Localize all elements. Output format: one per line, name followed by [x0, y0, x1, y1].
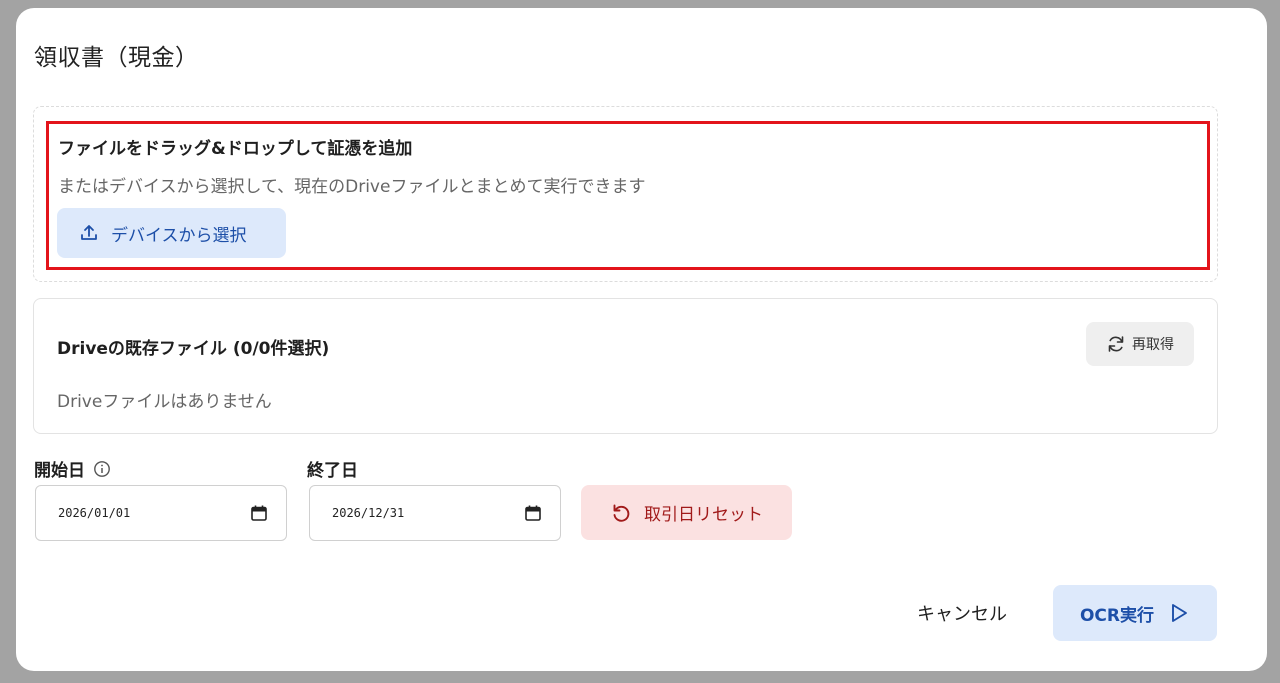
end-date-value: 2026/12/31 — [332, 506, 405, 520]
drop-zone-subtext: またはデバイスから選択して、現在のDriveファイルとまとめて実行できます — [58, 177, 646, 197]
run-ocr-label: OCR実行 — [1079, 605, 1155, 626]
select-from-device-label: デバイスから選択 — [111, 225, 247, 246]
reset-transaction-date-label: 取引日リセット — [644, 505, 763, 525]
select-from-device-button[interactable]: デバイスから選択 — [57, 208, 286, 258]
refresh-button[interactable]: 再取得 — [1086, 322, 1194, 366]
info-icon[interactable] — [93, 460, 111, 478]
calendar-icon[interactable] — [524, 504, 542, 522]
play-icon — [1172, 604, 1187, 622]
drive-empty-message: Driveファイルはありません — [57, 392, 272, 412]
calendar-icon[interactable] — [250, 504, 268, 522]
end-date-label-text: 終了日 — [307, 461, 358, 481]
dialog-title: 領収書（現金） — [34, 45, 199, 71]
start-date-value: 2026/01/01 — [58, 506, 131, 520]
end-date-input[interactable]: 2026/12/31 — [309, 485, 561, 541]
drive-files-title: Driveの既存ファイル (0/0件選択) — [57, 339, 330, 359]
cancel-button[interactable]: キャンセル — [900, 596, 1024, 630]
start-date-label: 開始日 — [34, 456, 111, 481]
start-date-input[interactable]: 2026/01/01 — [35, 485, 287, 541]
undo-icon — [613, 504, 630, 522]
run-ocr-button[interactable]: OCR実行 — [1053, 585, 1217, 641]
refresh-label: 再取得 — [1132, 337, 1174, 353]
refresh-icon — [1108, 336, 1124, 352]
drop-zone-heading: ファイルをドラッグ&ドロップして証憑を追加 — [58, 139, 413, 159]
start-date-label-text: 開始日 — [34, 461, 85, 481]
reset-transaction-date-button[interactable]: 取引日リセット — [581, 485, 792, 540]
upload-icon — [81, 225, 97, 240]
end-date-label: 終了日 — [307, 456, 358, 481]
drive-files-card — [33, 298, 1218, 434]
